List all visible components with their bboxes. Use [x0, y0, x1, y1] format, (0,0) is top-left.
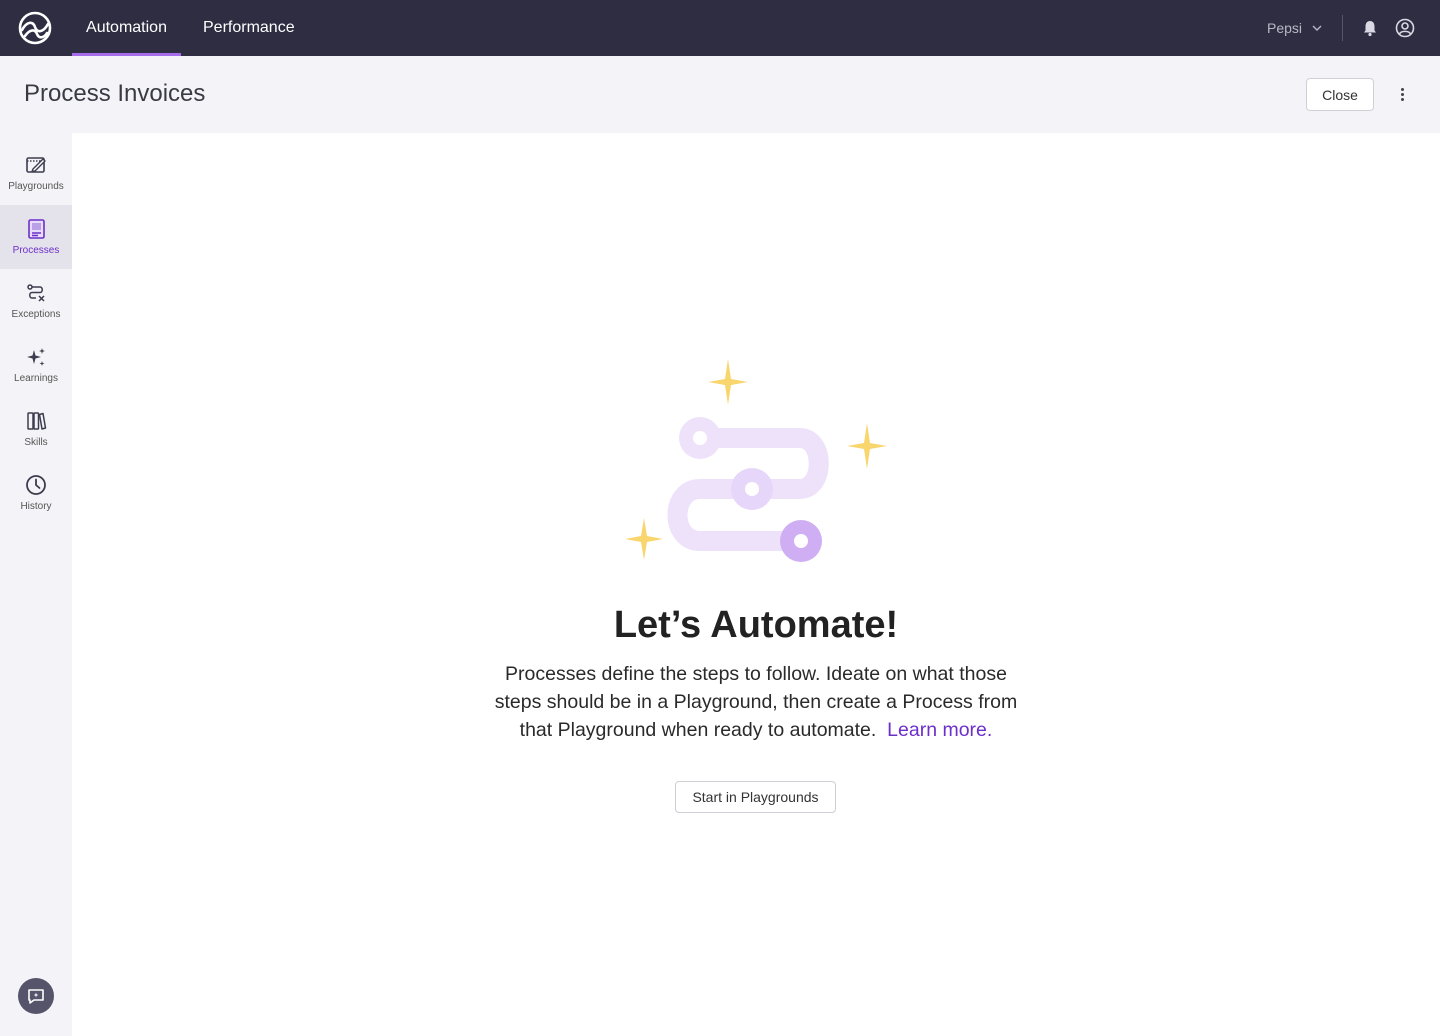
sidebar-item-label: History [20, 501, 52, 512]
sidebar-item-skills[interactable]: Skills [0, 397, 72, 461]
start-in-playgrounds-button[interactable]: Start in Playgrounds [675, 781, 836, 813]
main-content: Let’s Automate! Processes define the ste… [72, 133, 1440, 1036]
tab-performance[interactable]: Performance [203, 0, 295, 56]
books-icon [27, 412, 47, 430]
chevron-down-icon [1312, 25, 1322, 31]
sidebar-item-label: Processes [12, 245, 60, 256]
bell-icon[interactable] [1361, 19, 1379, 37]
sidebar-item-label: Learnings [14, 373, 58, 384]
page-header: Process Invoices Close [0, 56, 1440, 133]
user-account-icon[interactable] [1395, 18, 1415, 38]
app-logo-icon[interactable] [18, 11, 52, 45]
sidebar-item-label: Skills [24, 437, 48, 448]
sidebar-item-exceptions[interactable]: Exceptions [0, 269, 72, 333]
more-options-icon[interactable] [1392, 82, 1412, 106]
empty-state-headline: Let’s Automate! [613, 604, 899, 646]
page-title: Process Invoices [24, 80, 206, 107]
automation-illustration [625, 359, 887, 562]
topbar-divider [1342, 15, 1343, 41]
sidebar-item-learnings[interactable]: Learnings [0, 333, 72, 397]
clock-icon [26, 475, 46, 495]
learn-more-link[interactable]: Learn more. [887, 719, 992, 741]
sidebar-item-history[interactable]: History [0, 461, 72, 525]
sparkle-icon [27, 348, 45, 366]
playground-icon [26, 157, 46, 173]
tab-automation[interactable]: Automation [72, 0, 181, 56]
top-nav-bar: Automation Performance Pepsi [0, 0, 1440, 56]
close-button[interactable]: Close [1306, 78, 1374, 111]
sidebar-item-playgrounds[interactable]: Playgrounds [0, 141, 72, 205]
exceptions-icon [27, 284, 45, 302]
sidebar: Playgrounds Processes Exceptions Learnin… [0, 133, 72, 1036]
chat-button[interactable] [18, 978, 54, 1014]
org-name: Pepsi [1267, 20, 1303, 36]
org-selector[interactable]: Pepsi [1267, 18, 1322, 38]
sidebar-item-processes[interactable]: Processes [0, 205, 72, 269]
empty-state-description: Processes define the steps to follow. Id… [484, 660, 1028, 744]
sidebar-item-label: Exceptions [11, 309, 61, 320]
chat-icon [28, 989, 44, 1004]
processes-icon [28, 219, 45, 239]
sidebar-item-label: Playgrounds [8, 181, 64, 192]
